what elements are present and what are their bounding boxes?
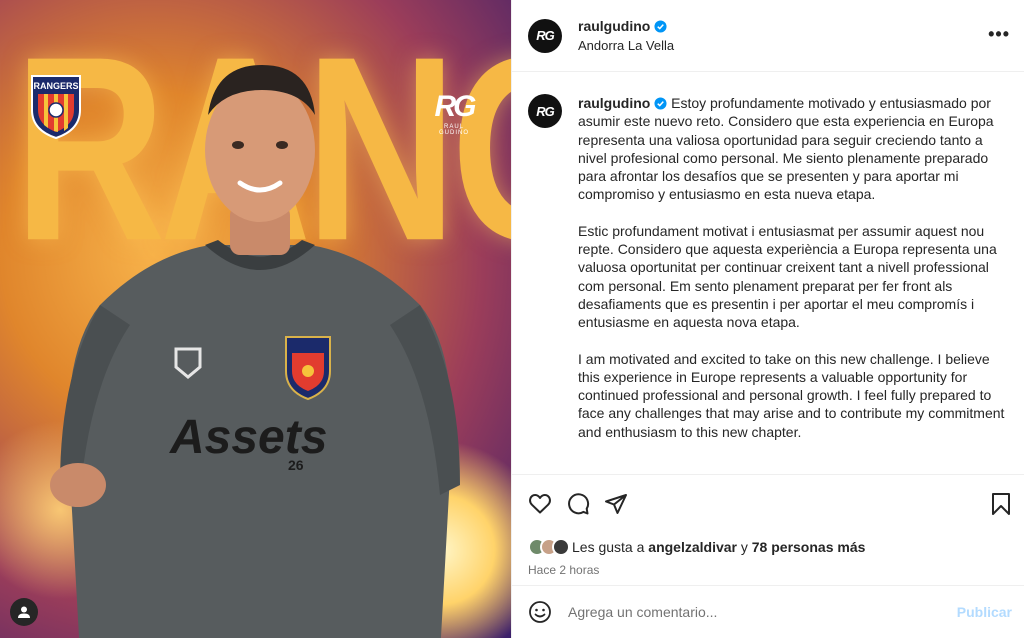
liker-avatars[interactable] — [528, 538, 570, 556]
caption-text: raulgudino Estoy profundamente motivado … — [578, 94, 1012, 459]
avatar[interactable]: RG — [528, 18, 562, 53]
post-actions: Les gusta a angelzaldivar y 78 personas … — [512, 474, 1024, 577]
like-heart-icon[interactable] — [528, 492, 552, 516]
post-header: RG raulgudino Andorra La Vella ••• — [512, 0, 1024, 72]
caption-scroll-area[interactable]: RG raulgudino Estoy profundamente motiva… — [512, 72, 1024, 474]
liker-username-link[interactable]: angelzaldivar — [648, 539, 737, 555]
username-link[interactable]: raulgudino — [578, 18, 650, 34]
likes-count-link[interactable]: 78 personas más — [752, 539, 866, 555]
caption-paragraph-ca: Estic profundament motivat i entusiasmat… — [578, 222, 997, 331]
share-paper-plane-icon[interactable] — [604, 492, 628, 516]
svg-text:26: 26 — [288, 457, 304, 473]
svg-text:Assets: Assets — [169, 411, 327, 464]
comment-bubble-icon[interactable] — [566, 492, 590, 516]
avatar[interactable]: RG — [528, 94, 562, 128]
comment-bar: Agrega un comentario... Publicar — [512, 585, 1024, 638]
post-side-panel: RG raulgudino Andorra La Vella ••• RG ra… — [511, 0, 1024, 638]
caption-paragraph-en: I am motivated and excited to take on th… — [578, 350, 1005, 440]
emoji-icon[interactable] — [528, 600, 552, 624]
more-options-icon[interactable]: ••• — [988, 24, 1010, 45]
publish-button[interactable]: Publicar — [957, 604, 1012, 620]
comment-input[interactable]: Agrega un comentario... — [568, 604, 957, 620]
user-icon — [18, 606, 30, 618]
post-timestamp[interactable]: Hace 2 horas — [528, 563, 1012, 577]
verified-badge-icon — [654, 97, 667, 110]
post-image[interactable]: RANGERS RANGERS RG RAUL GUDIÑO Assets — [0, 0, 511, 638]
verified-badge-icon — [654, 19, 667, 33]
location-link[interactable]: Andorra La Vella — [578, 38, 674, 53]
tagged-user-button[interactable] — [10, 598, 38, 626]
bookmark-icon[interactable] — [990, 492, 1012, 516]
likes-summary: Les gusta a angelzaldivar y 78 personas … — [528, 538, 1012, 556]
player-figure: Assets 26 — [50, 65, 460, 638]
caption-username-link[interactable]: raulgudino — [578, 95, 650, 111]
caption-paragraph-es: Estoy profundamente motivado y entusiasm… — [578, 95, 994, 203]
